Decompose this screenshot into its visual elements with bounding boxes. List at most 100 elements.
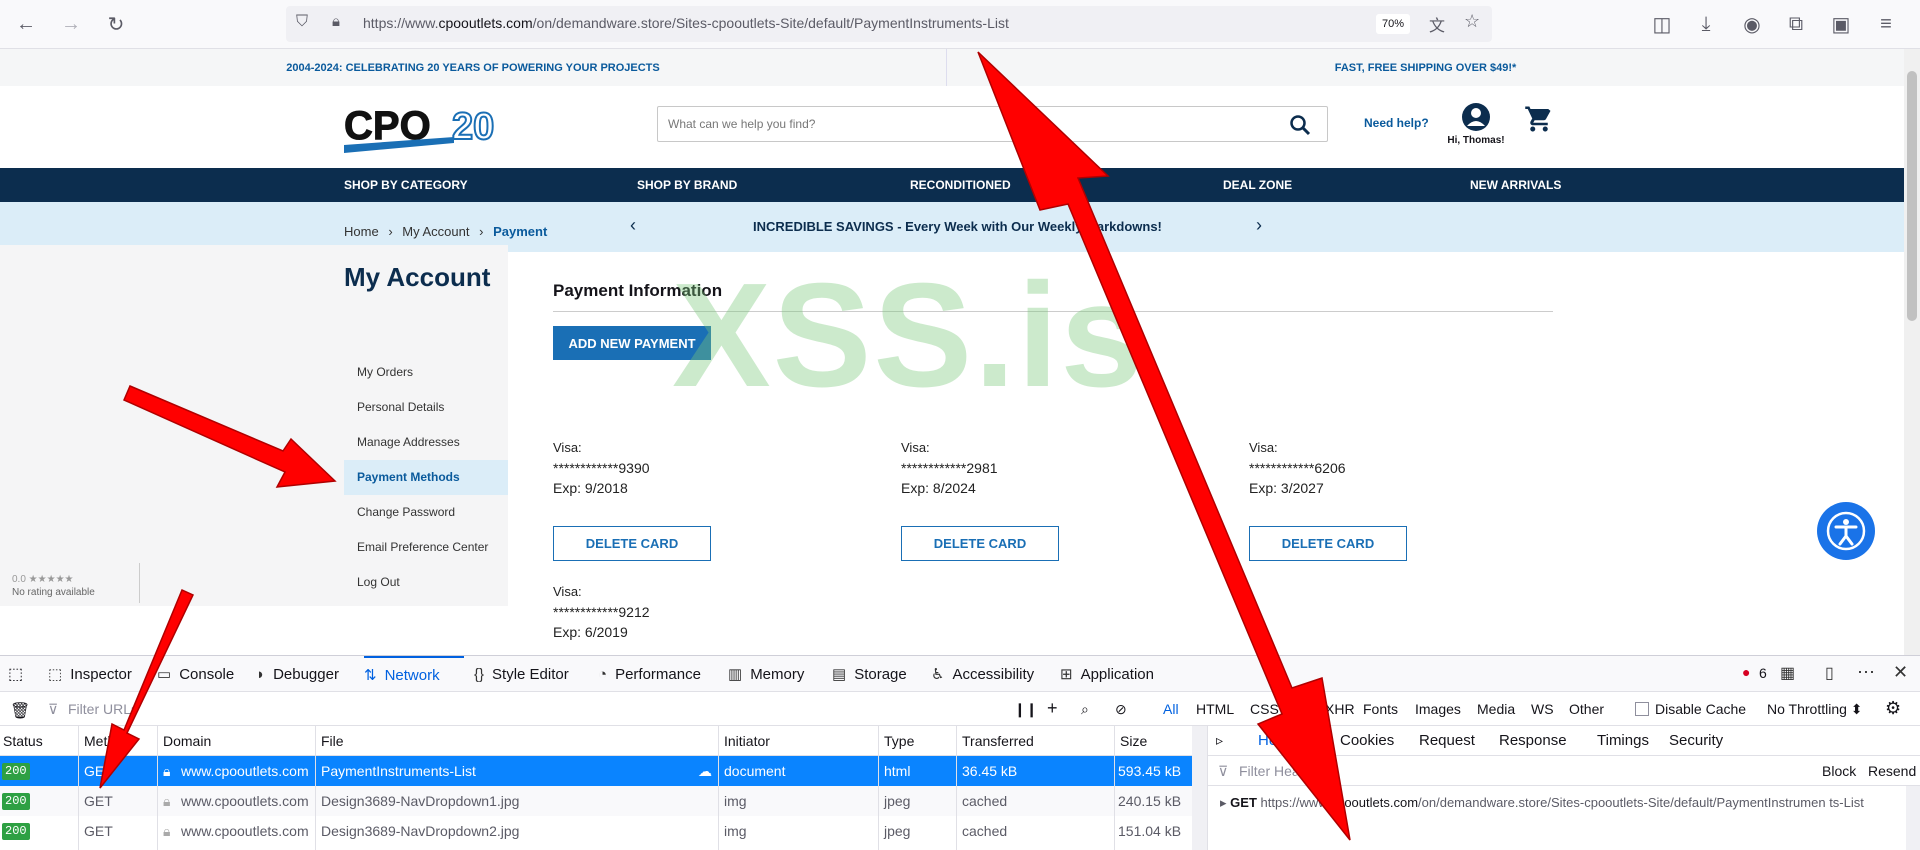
menu-payment-methods[interactable]: Payment Methods (344, 460, 508, 495)
settings-gear-icon[interactable]: ⚙ (1885, 698, 1901, 719)
disable-cache-label[interactable]: Disable Cache (1655, 701, 1746, 717)
chevron-left-icon[interactable]: ‹ (630, 215, 636, 236)
search-box[interactable]: What can we help you find? (657, 106, 1328, 142)
nav-deal-zone[interactable]: DEAL ZONE (1223, 178, 1292, 192)
nav-reconditioned[interactable]: RECONDITIONED (910, 178, 1011, 192)
forward-icon[interactable]: → (55, 8, 87, 40)
account-button[interactable]: Hi, Thomas! (1446, 102, 1506, 146)
url-bar[interactable]: ⛉ 🔒︎ https://www.cpooutlets.com/on/deman… (286, 6, 1492, 42)
disable-cache-checkbox[interactable] (1635, 702, 1649, 716)
filter-fonts[interactable]: Fonts (1363, 701, 1398, 717)
menu-email-preference-center[interactable]: Email Preference Center (344, 530, 508, 565)
filter-all[interactable]: All (1163, 701, 1179, 717)
col-method[interactable]: Method (84, 733, 131, 749)
error-count[interactable]: 6 (1759, 665, 1767, 681)
filter-urls-input[interactable]: Filter URLs (68, 701, 138, 717)
delete-card-button[interactable]: DELETE CARD (553, 526, 711, 561)
menu-icon[interactable]: ≡ (1870, 8, 1902, 40)
promo-left[interactable]: 2004-2024: CELEBRATING 20 YEARS OF POWER… (0, 49, 947, 86)
tab-security[interactable]: Security (1669, 732, 1723, 749)
search-icon[interactable]: ⌕ (1081, 701, 1089, 718)
filter-ws[interactable]: WS (1531, 701, 1554, 717)
filter-media[interactable]: Media (1477, 701, 1515, 717)
nav-shop-by-category[interactable]: SHOP BY CATEGORY (344, 178, 468, 192)
menu-manage-addresses[interactable]: Manage Addresses (344, 425, 508, 460)
cpo-logo[interactable]: CPO 20 (344, 103, 522, 153)
add-icon[interactable]: + (1047, 698, 1058, 719)
col-initiator[interactable]: Initiator (724, 733, 770, 749)
block-icon[interactable]: ⊘ (1115, 701, 1127, 718)
delete-card-button[interactable]: DELETE CARD (901, 526, 1059, 561)
element-picker-icon[interactable]: ⬚ (8, 664, 23, 684)
table-scrollbar[interactable] (1192, 726, 1207, 850)
cart-icon[interactable] (1524, 104, 1554, 134)
menu-my-orders[interactable]: My Orders (344, 355, 508, 390)
error-icon[interactable]: ● (1742, 664, 1750, 680)
responsive-icon[interactable]: ▯ (1825, 663, 1834, 683)
tab-headers[interactable]: Headers (1258, 732, 1315, 749)
filter-js[interactable]: JS (1295, 701, 1311, 717)
menu-log-out[interactable]: Log Out (344, 565, 508, 600)
tab-style-editor[interactable]: {} Style Editor (474, 656, 569, 692)
container-icon[interactable]: ▣ (1825, 8, 1857, 40)
tab-memory[interactable]: ▥ Memory (728, 656, 804, 692)
table-row[interactable]: 200 GET 🔒︎ www.cpooutlets.com PaymentIns… (0, 756, 1192, 786)
filter-other[interactable]: Other (1569, 701, 1604, 717)
block-button[interactable]: Block (1822, 763, 1856, 779)
account-icon[interactable]: ◉ (1736, 8, 1768, 40)
url-text[interactable]: https://www.cpooutlets.com/on/demandware… (363, 15, 1009, 31)
request-url-summary[interactable]: ▸ GET https://www.cpooutlets.com/on/dema… (1220, 793, 1900, 813)
lock-icon[interactable]: 🔒︎ (332, 13, 340, 30)
bookmark-star-icon[interactable]: ☆ (1464, 11, 1480, 32)
table-row[interactable]: 200 GET 🔒︎ www.cpooutlets.com Design3689… (0, 786, 1192, 816)
menu-change-password[interactable]: Change Password (344, 495, 508, 530)
trash-icon[interactable]: 🗑︎ (10, 701, 30, 721)
zoom-indicator[interactable]: 70% (1376, 14, 1411, 34)
tab-performance[interactable]: ◔ Performance (598, 656, 701, 692)
table-row[interactable]: 200 GET 🔒︎ www.cpooutlets.com Design3689… (0, 816, 1192, 846)
pocket-icon[interactable]: ◫ (1646, 8, 1678, 40)
tab-cookies[interactable]: Cookies (1340, 732, 1394, 749)
back-icon[interactable]: ← (10, 8, 42, 40)
extensions-icon[interactable]: ⧉ (1780, 8, 1812, 40)
nav-new-arrivals[interactable]: NEW ARRIVALS (1470, 178, 1561, 192)
tab-request[interactable]: Request (1419, 732, 1475, 749)
tab-application[interactable]: ⊞ Application (1060, 656, 1154, 692)
col-domain[interactable]: Domain (163, 733, 211, 749)
shield-icon[interactable]: ⛉ (296, 13, 308, 31)
col-status[interactable]: Status (3, 733, 43, 749)
split-console-icon[interactable]: ▦ (1780, 663, 1795, 683)
menu-personal-details[interactable]: Personal Details (344, 390, 508, 425)
col-size[interactable]: Size (1120, 733, 1147, 749)
tab-network[interactable]: ⇅ Network (364, 656, 464, 692)
col-type[interactable]: Type (884, 733, 914, 749)
tab-response[interactable]: Response (1499, 732, 1567, 749)
tab-timings[interactable]: Timings (1597, 732, 1649, 749)
pause-icon[interactable]: ❙❙ (1014, 701, 1037, 718)
filter-css[interactable]: CSS (1250, 701, 1279, 717)
filter-xhr[interactable]: XHR (1325, 701, 1355, 717)
banner-text[interactable]: INCREDIBLE SAVINGS - Every Week with Our… (753, 219, 1162, 234)
more-icon[interactable]: ⋯ (1857, 662, 1875, 683)
tab-console[interactable]: ▭ Console (157, 656, 234, 692)
promo-right[interactable]: FAST, FREE SHIPPING OVER $49!* (947, 49, 1904, 86)
reload-icon[interactable]: ↻ (100, 8, 132, 40)
need-help-link[interactable]: Need help? (1364, 116, 1429, 130)
page-scrollbar[interactable] (1904, 49, 1920, 655)
nav-shop-by-brand[interactable]: SHOP BY BRAND (637, 178, 737, 192)
filter-headers-input[interactable]: Filter Headers (1239, 763, 1327, 779)
download-icon[interactable]: ⤓ (1690, 8, 1722, 40)
tab-inspector[interactable]: ⬚ Inspector (48, 656, 132, 692)
col-transferred[interactable]: Transferred (962, 733, 1034, 749)
search-icon[interactable] (1289, 114, 1311, 136)
accessibility-button[interactable] (1817, 502, 1875, 560)
tab-storage[interactable]: ▤ Storage (832, 656, 907, 692)
close-icon[interactable]: ✕ (1893, 662, 1908, 683)
breadcrumb-home[interactable]: Home (344, 224, 379, 239)
chevron-right-icon[interactable]: › (1256, 215, 1262, 236)
breadcrumb-my-account[interactable]: My Account (402, 224, 469, 239)
delete-card-button[interactable]: DELETE CARD (1249, 526, 1407, 561)
col-file[interactable]: File (321, 733, 344, 749)
filter-html[interactable]: HTML (1196, 701, 1234, 717)
rating-widget[interactable]: 0.0 ★★★★★ No rating available (12, 563, 140, 603)
